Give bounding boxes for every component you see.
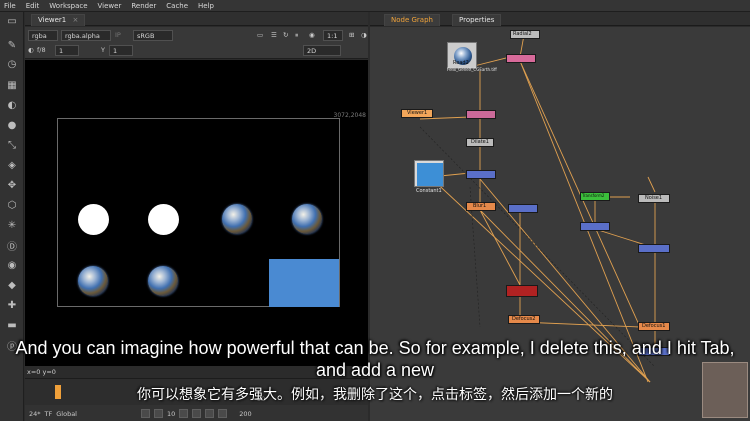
- node-transform-blue-2[interactable]: [508, 204, 538, 213]
- merge-tool-icon[interactable]: ◈: [4, 158, 20, 172]
- earth-image-2: [292, 204, 322, 234]
- menu-cache[interactable]: Cache: [166, 2, 188, 10]
- playback-controls: 24* TF Global 10 200: [25, 405, 368, 421]
- earth-image-1: [222, 204, 252, 234]
- node-radial2-label: Radial2: [513, 31, 532, 37]
- node-dilate1-label: Dilate1: [471, 139, 489, 145]
- node-read2-file: Felix_GeneX_CGEarth.tiff: [447, 67, 497, 72]
- node-constant1-label: Constant1: [416, 188, 442, 194]
- tab-properties[interactable]: Properties: [452, 14, 502, 26]
- overlay-icon[interactable]: ☰: [271, 31, 277, 39]
- fps-dropdown[interactable]: 24*: [29, 410, 41, 418]
- colorspace-dropdown[interactable]: sRGB: [133, 30, 173, 41]
- fstop-label: f/8: [37, 46, 46, 54]
- half-icon[interactable]: ◑: [361, 31, 367, 39]
- node-merge-pink-mid[interactable]: [466, 110, 496, 119]
- subtitle-chinese: 你可以想象它有多强大。例如，我删除了这个，点击标签，然后添加一个新的: [137, 387, 613, 403]
- gain-field[interactable]: 1: [55, 45, 79, 56]
- channel-tool-icon[interactable]: ▦: [4, 78, 20, 92]
- menu-file[interactable]: File: [4, 2, 16, 10]
- node-constant1-thumbnail[interactable]: [414, 160, 444, 187]
- viewer-controls: rgba rgba.alpha IP sRGB ▭ ☰ ↻ ⏸ ◉ 1:1 ⊞ …: [25, 27, 368, 59]
- menu-bar: File Edit Workspace Viewer Render Cache …: [0, 0, 750, 12]
- earth-image-3: [78, 266, 108, 296]
- menu-render[interactable]: Render: [131, 2, 156, 10]
- refresh-icon[interactable]: ↻: [283, 31, 288, 39]
- node-transform2-label: Transform2: [582, 193, 605, 198]
- play-back-icon[interactable]: [179, 409, 189, 418]
- menu-workspace[interactable]: Workspace: [49, 2, 87, 10]
- select-tool-icon[interactable]: ▭: [4, 14, 20, 28]
- node-merge-pink-top[interactable]: [506, 54, 536, 63]
- scope-dropdown[interactable]: Global: [56, 410, 77, 418]
- first-frame-icon[interactable]: [141, 409, 150, 418]
- node-noise1-label: Noise1: [645, 195, 663, 201]
- menu-help[interactable]: Help: [198, 2, 214, 10]
- metadata-tool-icon[interactable]: ◆: [4, 278, 20, 292]
- toolsets-tool-icon[interactable]: ✚: [4, 298, 20, 312]
- ip-toggle[interactable]: IP: [115, 31, 121, 39]
- white-circle-1: [78, 204, 109, 235]
- viewer-tab-bar: Viewer1 ×: [25, 12, 368, 26]
- tab-node-graph-label: Node Graph: [391, 16, 433, 24]
- white-circle-2: [148, 204, 179, 235]
- zoom-dropdown[interactable]: 1:1: [323, 30, 343, 41]
- paint-tool-icon[interactable]: ✎: [4, 38, 20, 52]
- 3d-tool-icon[interactable]: ⬡: [4, 198, 20, 212]
- blue-constant-rect: [269, 259, 339, 307]
- earth-image-4: [148, 266, 178, 296]
- transform-tool-icon[interactable]: ✥: [4, 178, 20, 192]
- view-mode-dropdown[interactable]: 2D: [303, 45, 341, 56]
- exposure-icon[interactable]: ◐: [28, 46, 34, 54]
- close-icon[interactable]: ×: [72, 16, 78, 24]
- node-blur1-label: Blur1: [473, 203, 487, 209]
- nodegraph-tab-bar: Node Graph Properties: [370, 12, 750, 26]
- subtitle-english: And you can imagine how powerful that ca…: [15, 338, 735, 380]
- frame-end-field[interactable]: 200: [239, 410, 251, 418]
- lock-icon[interactable]: ⊞: [349, 31, 354, 39]
- alpha-dropdown[interactable]: rgba.alpha: [61, 30, 111, 41]
- node-defocus1-label: Defocus1: [642, 323, 666, 329]
- tab-viewer1[interactable]: Viewer1 ×: [31, 14, 86, 26]
- roi-icon[interactable]: ▭: [257, 31, 263, 39]
- step-field[interactable]: 10: [167, 410, 175, 418]
- deep-tool-icon[interactable]: Ⓓ: [4, 238, 20, 253]
- node-transform-blue-3[interactable]: [580, 222, 610, 231]
- color-tool-icon[interactable]: ◐: [4, 98, 20, 112]
- node-defocus2-label: Defocus2: [512, 316, 536, 322]
- play-icon[interactable]: [205, 409, 215, 418]
- node-viewer1-label: Viewer1: [407, 110, 428, 116]
- proxy-icon[interactable]: ◉: [309, 31, 315, 39]
- stop-icon[interactable]: [192, 409, 202, 418]
- viewer-canvas[interactable]: 3072,2048: [25, 60, 368, 366]
- node-disabled-red[interactable]: [506, 285, 538, 297]
- other-tool-icon[interactable]: ▬: [4, 318, 20, 332]
- tf-dropdown[interactable]: TF: [45, 410, 53, 418]
- gamma-field[interactable]: 1: [109, 45, 133, 56]
- tab-properties-label: Properties: [459, 16, 495, 24]
- node-read2-label: Read2: [453, 60, 469, 66]
- particles-tool-icon[interactable]: ✳: [4, 218, 20, 232]
- views-tool-icon[interactable]: ◉: [4, 258, 20, 272]
- prev-key-icon[interactable]: [154, 409, 163, 418]
- gamma-label: Y: [101, 46, 105, 54]
- tab-node-graph[interactable]: Node Graph: [384, 14, 440, 26]
- filter-tool-icon[interactable]: ●: [4, 118, 20, 132]
- tab-viewer1-label: Viewer1: [38, 16, 67, 24]
- channels-dropdown[interactable]: rgba: [28, 30, 58, 41]
- pause-icon[interactable]: ⏸: [295, 31, 298, 40]
- next-key-icon[interactable]: [218, 409, 228, 418]
- node-transform-blue-4[interactable]: [638, 244, 670, 253]
- keyer-tool-icon[interactable]: ⤡: [4, 138, 20, 152]
- menu-edit[interactable]: Edit: [26, 2, 40, 10]
- time-tool-icon[interactable]: ◷: [4, 57, 20, 71]
- menu-viewer[interactable]: Viewer: [98, 2, 122, 10]
- node-transform-blue-1[interactable]: [466, 170, 496, 179]
